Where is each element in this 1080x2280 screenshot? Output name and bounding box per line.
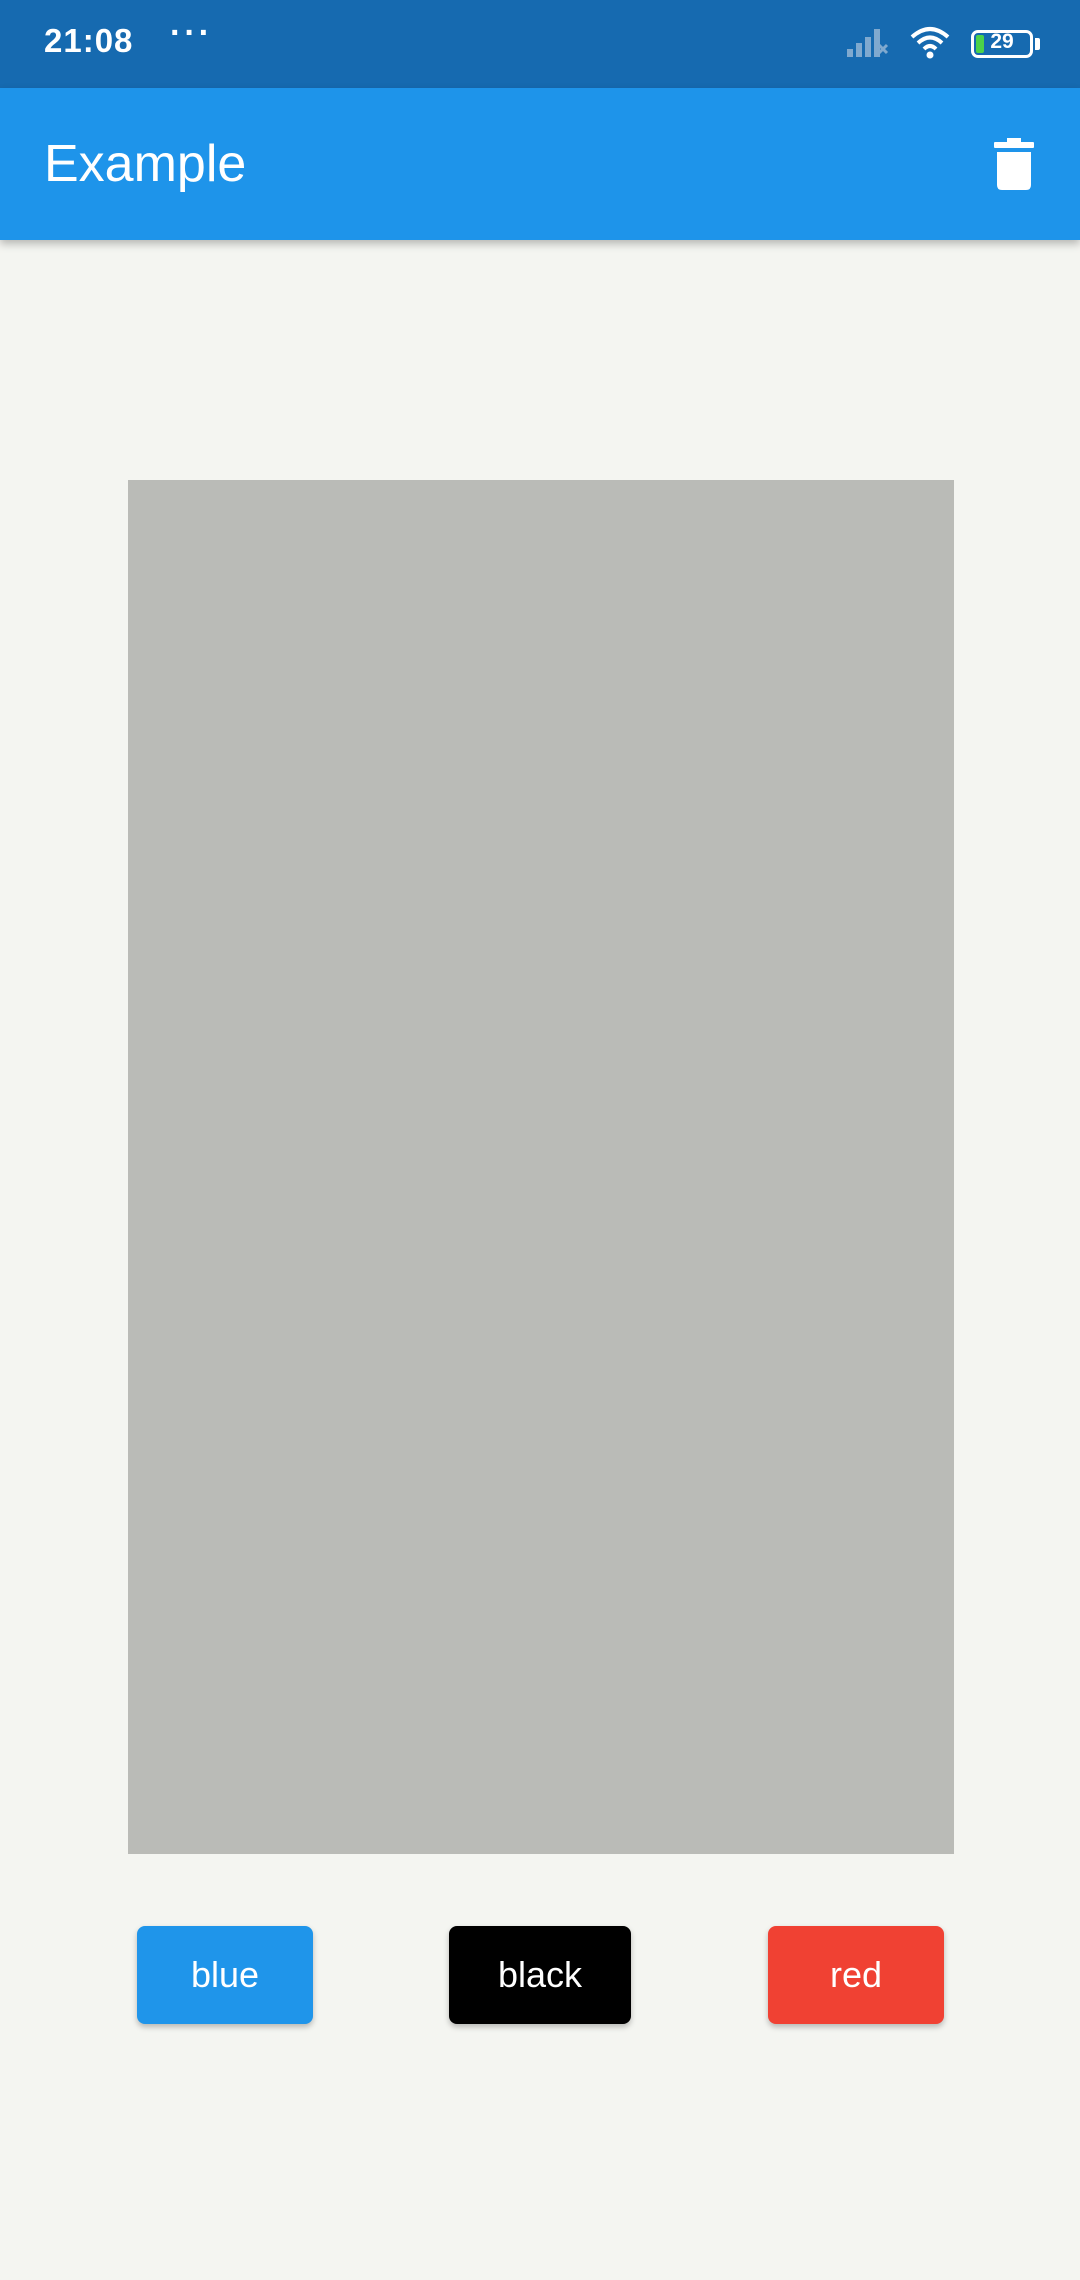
signal-icon <box>845 25 889 64</box>
drawing-canvas[interactable] <box>128 480 954 1854</box>
status-icons: 29 <box>845 22 1040 66</box>
status-time: 21:08 <box>44 22 134 59</box>
blue-color-button[interactable]: blue <box>137 1926 313 2024</box>
page-title: Example <box>44 135 247 193</box>
black-color-button[interactable]: black <box>449 1926 631 2024</box>
battery-icon: 29 <box>971 30 1033 58</box>
battery-level: 29 <box>990 30 1014 53</box>
wifi-icon <box>909 25 951 64</box>
battery-tip <box>1035 38 1040 50</box>
notification-dots: ··· <box>170 14 213 52</box>
delete-button[interactable] <box>984 134 1044 194</box>
status-bar: 21:08 ··· 29 <box>0 0 1080 88</box>
app-bar: Example <box>0 88 1080 240</box>
trash-icon <box>994 138 1034 190</box>
red-color-button[interactable]: red <box>768 1926 944 2024</box>
